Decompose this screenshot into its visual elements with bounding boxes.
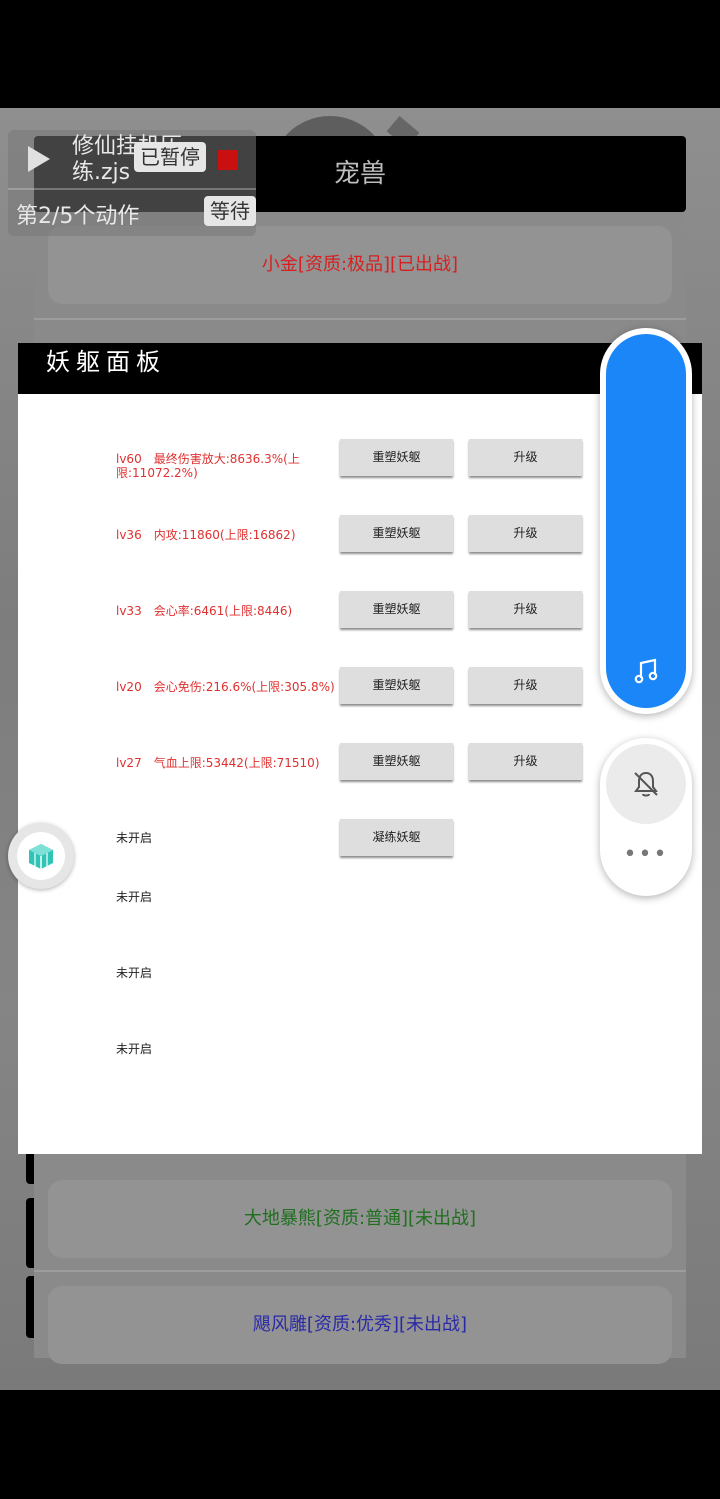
upgrade-button[interactable]: 升级 <box>469 515 582 552</box>
slot-locked: 未开启 <box>116 831 153 845</box>
upgrade-button[interactable]: 升级 <box>469 667 582 704</box>
stop-icon[interactable] <box>218 150 238 170</box>
more-options-icon[interactable]: ••• <box>600 842 692 867</box>
pet-item[interactable]: 飓风雕[资质:优秀][未出战] <box>48 1286 672 1364</box>
upgrade-button[interactable]: 升级 <box>469 743 582 780</box>
slot-stat: lv33 会心率:6461(上限:8446) <box>116 604 293 618</box>
notification-floating-panel: ••• <box>600 738 692 896</box>
cube-icon <box>29 844 53 869</box>
upgrade-button[interactable]: 升级 <box>469 591 582 628</box>
remold-button[interactable]: 重塑妖躯 <box>340 743 453 780</box>
pet-item[interactable]: 小金[资质:极品][已出战] <box>48 226 672 304</box>
remold-button[interactable]: 重塑妖躯 <box>340 515 453 552</box>
mute-toggle[interactable] <box>606 744 686 824</box>
side-tab[interactable] <box>26 1276 34 1338</box>
music-volume-fill[interactable] <box>606 334 686 708</box>
slot-locked: 未开启 <box>116 890 153 904</box>
slot-locked: 未开启 <box>116 1042 153 1056</box>
slot-stat: lv27 气血上限:53442(上限:71510) <box>116 756 320 770</box>
navigation-bar <box>0 1390 720 1499</box>
divider <box>34 318 686 320</box>
side-tab[interactable] <box>26 1150 34 1184</box>
music-floating-panel[interactable] <box>600 328 692 714</box>
remold-button[interactable]: 重塑妖躯 <box>340 667 453 704</box>
refine-button[interactable]: 凝练妖躯 <box>340 819 453 856</box>
yao-panel-title: 妖躯面板 <box>46 348 166 376</box>
divider <box>34 1270 686 1272</box>
remold-button[interactable]: 重塑妖躯 <box>340 439 453 476</box>
bell-muted-icon[interactable] <box>630 768 662 800</box>
slot-stat: lv60 最终伤害放大:8636.3%(上限:11072.2%) <box>116 452 300 480</box>
script-runner-overlay: 修仙挂机历练.zjs 已暂停 第2/5个动作 等待 <box>8 130 256 236</box>
pet-item[interactable]: 大地暴熊[资质:普通][未出战] <box>48 1180 672 1258</box>
side-tab[interactable] <box>26 1198 34 1268</box>
wait-badge: 等待 <box>204 196 256 226</box>
slot-stat: lv20 会心免伤:216.6%(上限:305.8%) <box>116 680 335 694</box>
remold-button[interactable]: 重塑妖躯 <box>340 591 453 628</box>
slot-locked: 未开启 <box>116 966 153 980</box>
play-icon[interactable] <box>28 146 50 172</box>
floating-assistant-ball[interactable] <box>8 823 74 889</box>
floating-ball-inner[interactable] <box>17 832 65 880</box>
upgrade-button[interactable]: 升级 <box>469 439 582 476</box>
slot-stat: lv36 内攻:11860(上限:16862) <box>116 528 296 542</box>
status-badge: 已暂停 <box>134 142 206 172</box>
progress-track <box>8 188 256 190</box>
music-note-icon[interactable] <box>632 656 662 686</box>
status-bar <box>0 0 720 108</box>
step-counter: 第2/5个动作 <box>16 204 140 229</box>
